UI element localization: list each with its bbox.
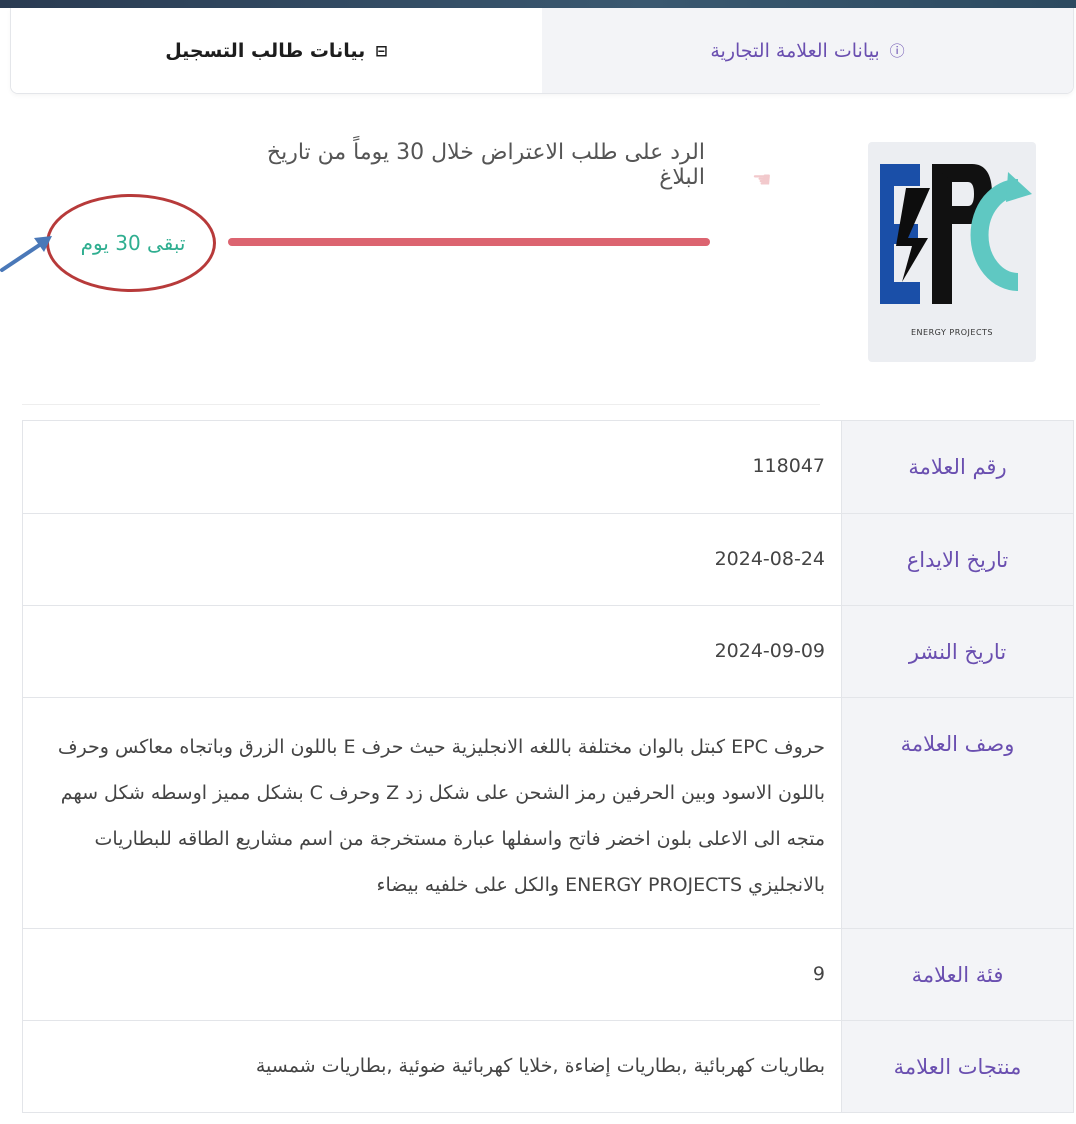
top-header-band — [0, 0, 1076, 8]
info-circle-icon: ⓘ — [889, 42, 905, 60]
table-row: فئة العلامة 9 — [22, 928, 1074, 1021]
field-value: بطاريات كهربائية ,بطاريات إضاءة ,خلايا ك… — [22, 1020, 842, 1113]
field-value: 2024-09-09 — [22, 605, 842, 698]
field-label: تاريخ النشر — [841, 605, 1074, 698]
tab-applicant-label: بيانات طالب التسجيل — [165, 39, 366, 62]
tab-trademark-label: بيانات العلامة التجارية — [710, 39, 880, 62]
days-remaining-label: تبقى 30 يوم — [80, 231, 186, 255]
table-row: تاريخ النشر 2024-09-09 — [22, 605, 1074, 698]
tab-applicant-data[interactable]: ⊟ بيانات طالب التسجيل — [11, 8, 542, 93]
deadline-progress-fill — [228, 238, 710, 246]
logo-caption: ENERGY PROJECTS — [910, 328, 994, 337]
field-label: فئة العلامة — [841, 928, 1074, 1021]
section-divider — [22, 404, 820, 405]
tab-trademark-data[interactable]: ⓘ بيانات العلامة التجارية — [542, 8, 1073, 93]
objection-notice-text: الرد على طلب الاعتراض خلال 30 يوماً من ت… — [266, 140, 705, 190]
trademark-details-table: رقم العلامة 118047 تاريخ الايداع 2024-08… — [22, 420, 1074, 1113]
tab-bar: ⊟ بيانات طالب التسجيل ⓘ بيانات العلامة ا… — [10, 8, 1074, 94]
field-value: حروف EPC كبتل بالوان مختلفة باللغه الانج… — [22, 697, 842, 929]
field-label: منتجات العلامة — [841, 1020, 1074, 1113]
field-label: تاريخ الايداع — [841, 513, 1074, 606]
id-card-icon: ⊟ — [375, 41, 388, 60]
annotation-arrow-icon — [0, 236, 52, 272]
table-row: رقم العلامة 118047 — [22, 420, 1074, 514]
epc-logo-graphic — [880, 164, 1032, 304]
table-row: وصف العلامة حروف EPC كبتل بالوان مختلفة … — [22, 697, 1074, 929]
table-row: تاريخ الايداع 2024-08-24 — [22, 513, 1074, 606]
field-value: 2024-08-24 — [22, 513, 842, 606]
field-value: 9 — [22, 928, 842, 1021]
trademark-logo: ENERGY PROJECTS — [868, 142, 1036, 362]
deadline-progress-bar — [228, 238, 710, 246]
table-row: منتجات العلامة بطاريات كهربائية ,بطاريات… — [22, 1020, 1074, 1113]
field-label: رقم العلامة — [841, 420, 1074, 514]
field-label: وصف العلامة — [841, 697, 1074, 929]
hand-icon: ☚ — [752, 168, 772, 193]
field-value: 118047 — [22, 420, 842, 514]
